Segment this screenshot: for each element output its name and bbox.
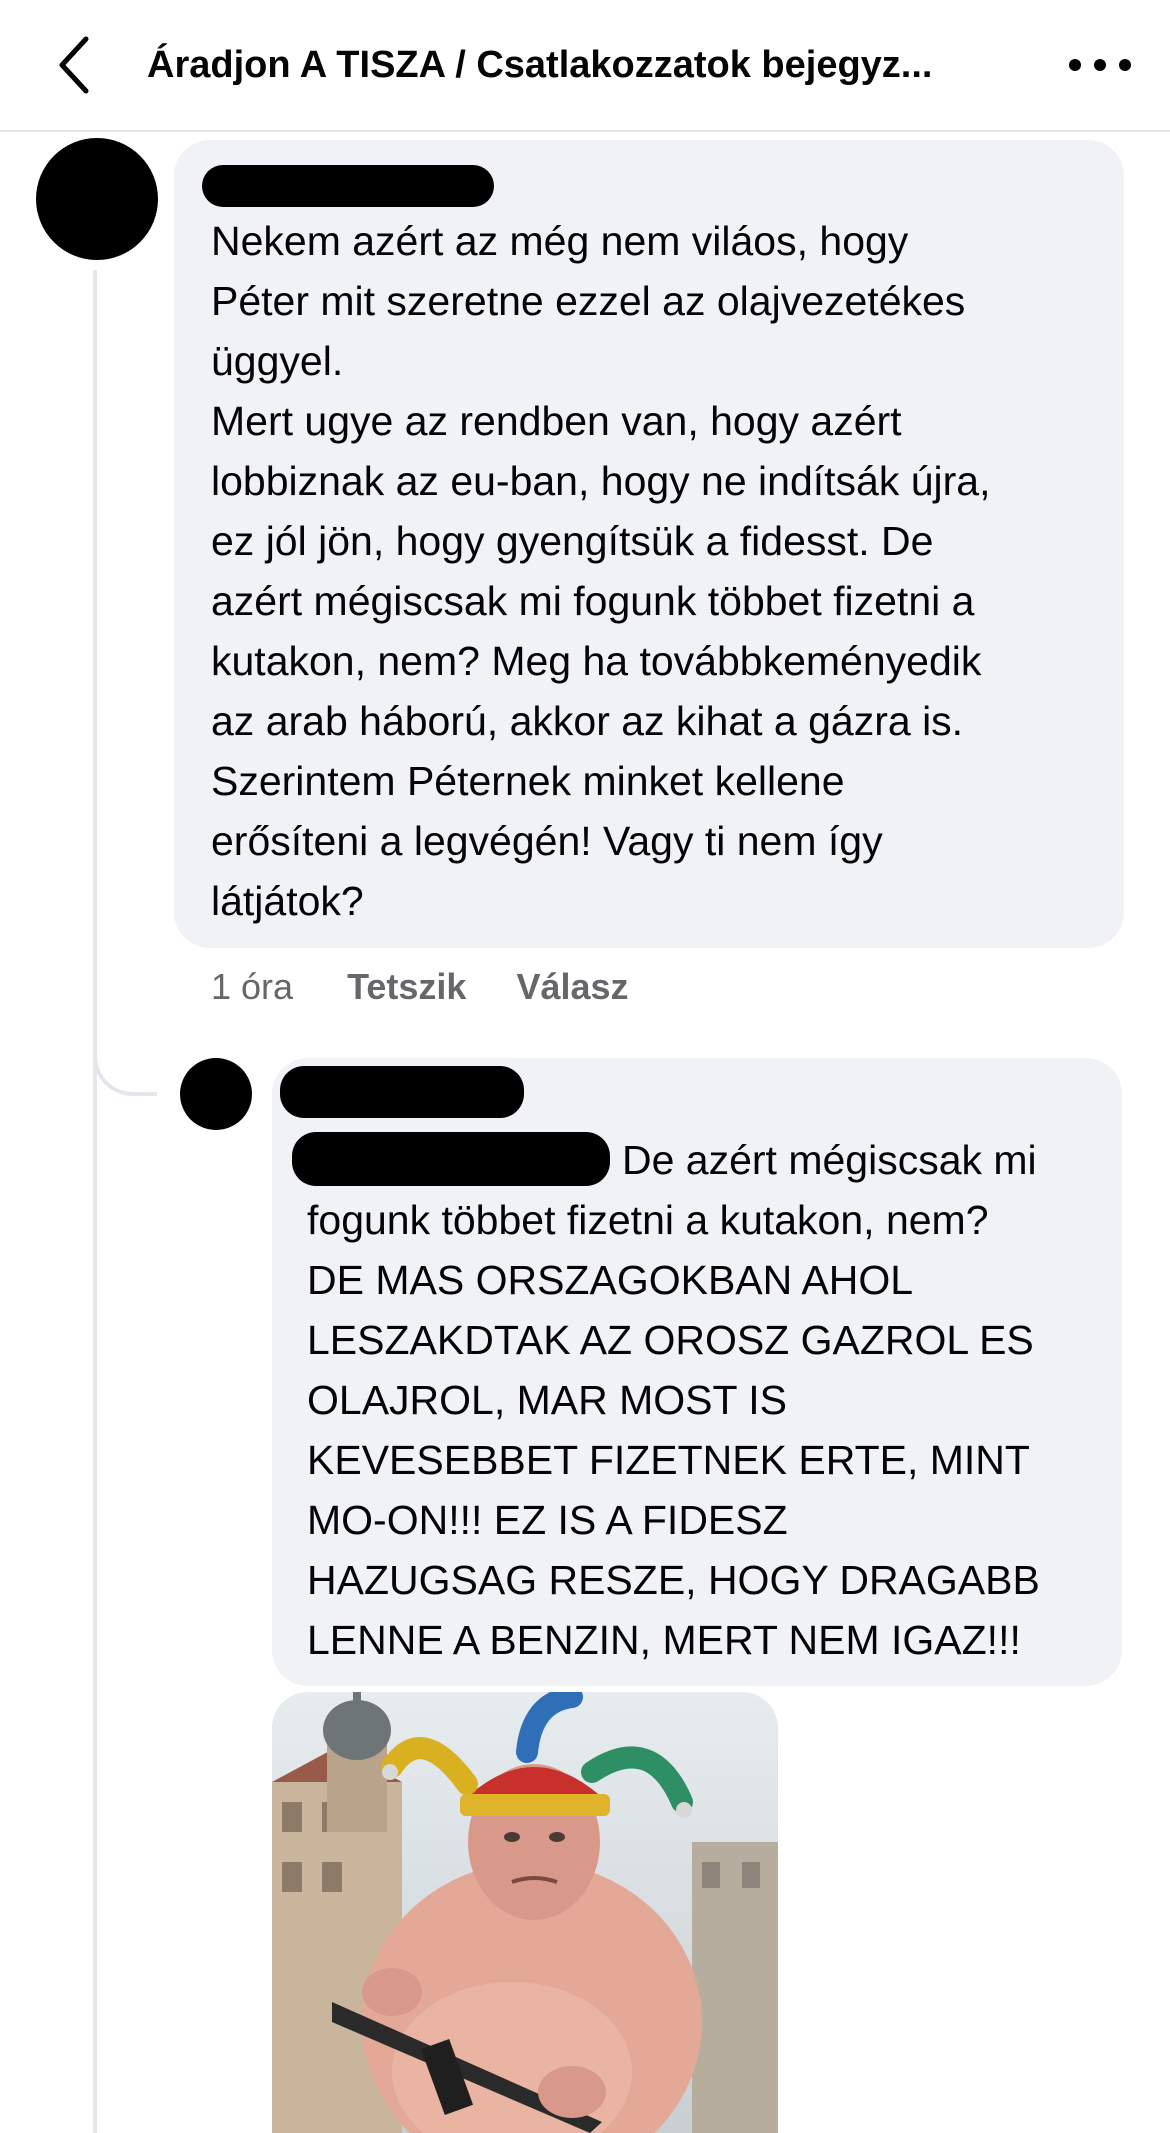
redacted-author-name [280, 1066, 524, 1118]
like-button[interactable]: Tetszik [347, 966, 466, 1008]
attached-image[interactable] [272, 1692, 778, 2133]
avatar[interactable] [36, 138, 158, 260]
comment-text: Nekem azért az még nem viláos, hogy Péte… [211, 218, 991, 924]
avatar[interactable] [180, 1058, 252, 1130]
more-options-button[interactable] [1060, 40, 1140, 90]
ellipsis-horizontal-icon [1069, 59, 1131, 71]
comment-timestamp: 1 óra [211, 966, 294, 1007]
reply-button[interactable]: Válasz [516, 966, 628, 1008]
reply-quote-start: De azért mégiscsak mi [622, 1137, 1037, 1183]
jester-caricature-image [272, 1692, 778, 2133]
chevron-left-icon [59, 36, 89, 94]
top-bar: Áradjon A TISZA / Csatlakozzatok bejegyz… [0, 0, 1170, 132]
thread-connector-line [93, 270, 97, 2133]
comment-actions: 1 óra Tetszik Válasz [211, 962, 679, 1012]
back-button[interactable] [44, 30, 104, 100]
reply-connector-curve [93, 1020, 157, 1096]
reply-text: fogunk többet fizetni a kutakon, nem? DE… [307, 1197, 1040, 1663]
redacted-author-name [202, 165, 494, 207]
redacted-mention[interactable] [292, 1132, 610, 1186]
page-title: Áradjon A TISZA / Csatlakozzatok bejegyz… [147, 44, 933, 86]
